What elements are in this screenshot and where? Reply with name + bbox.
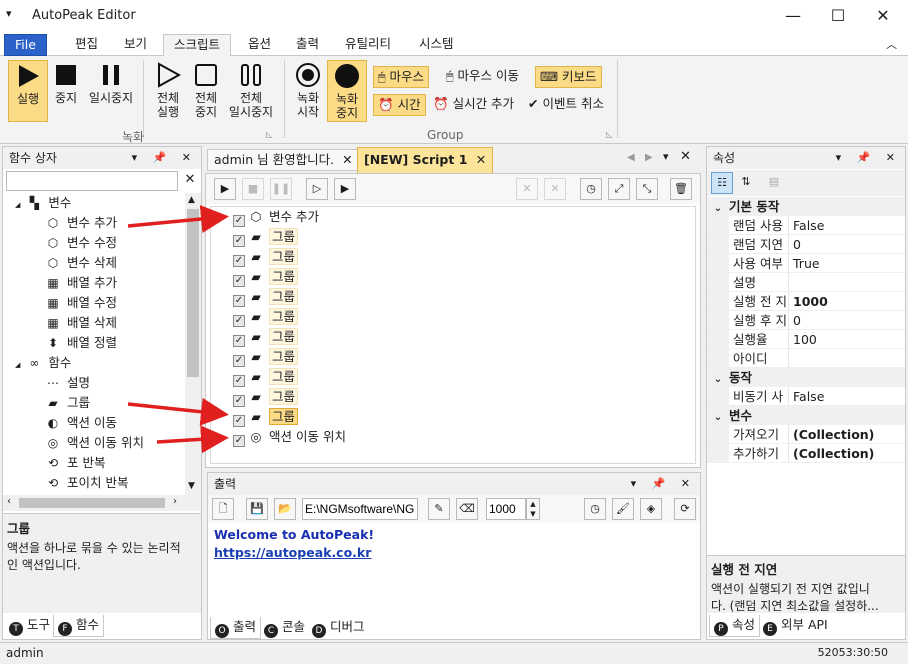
status-time: 52053:30:50 [817, 646, 888, 659]
arrow-variable-add [127, 205, 229, 233]
annotation-arrows [127, 205, 229, 454]
status-bar: admin 52053:30:50 [0, 642, 908, 664]
arrow-action-move-target [156, 425, 229, 454]
status-user: admin [6, 646, 44, 660]
arrow-group [127, 397, 229, 426]
